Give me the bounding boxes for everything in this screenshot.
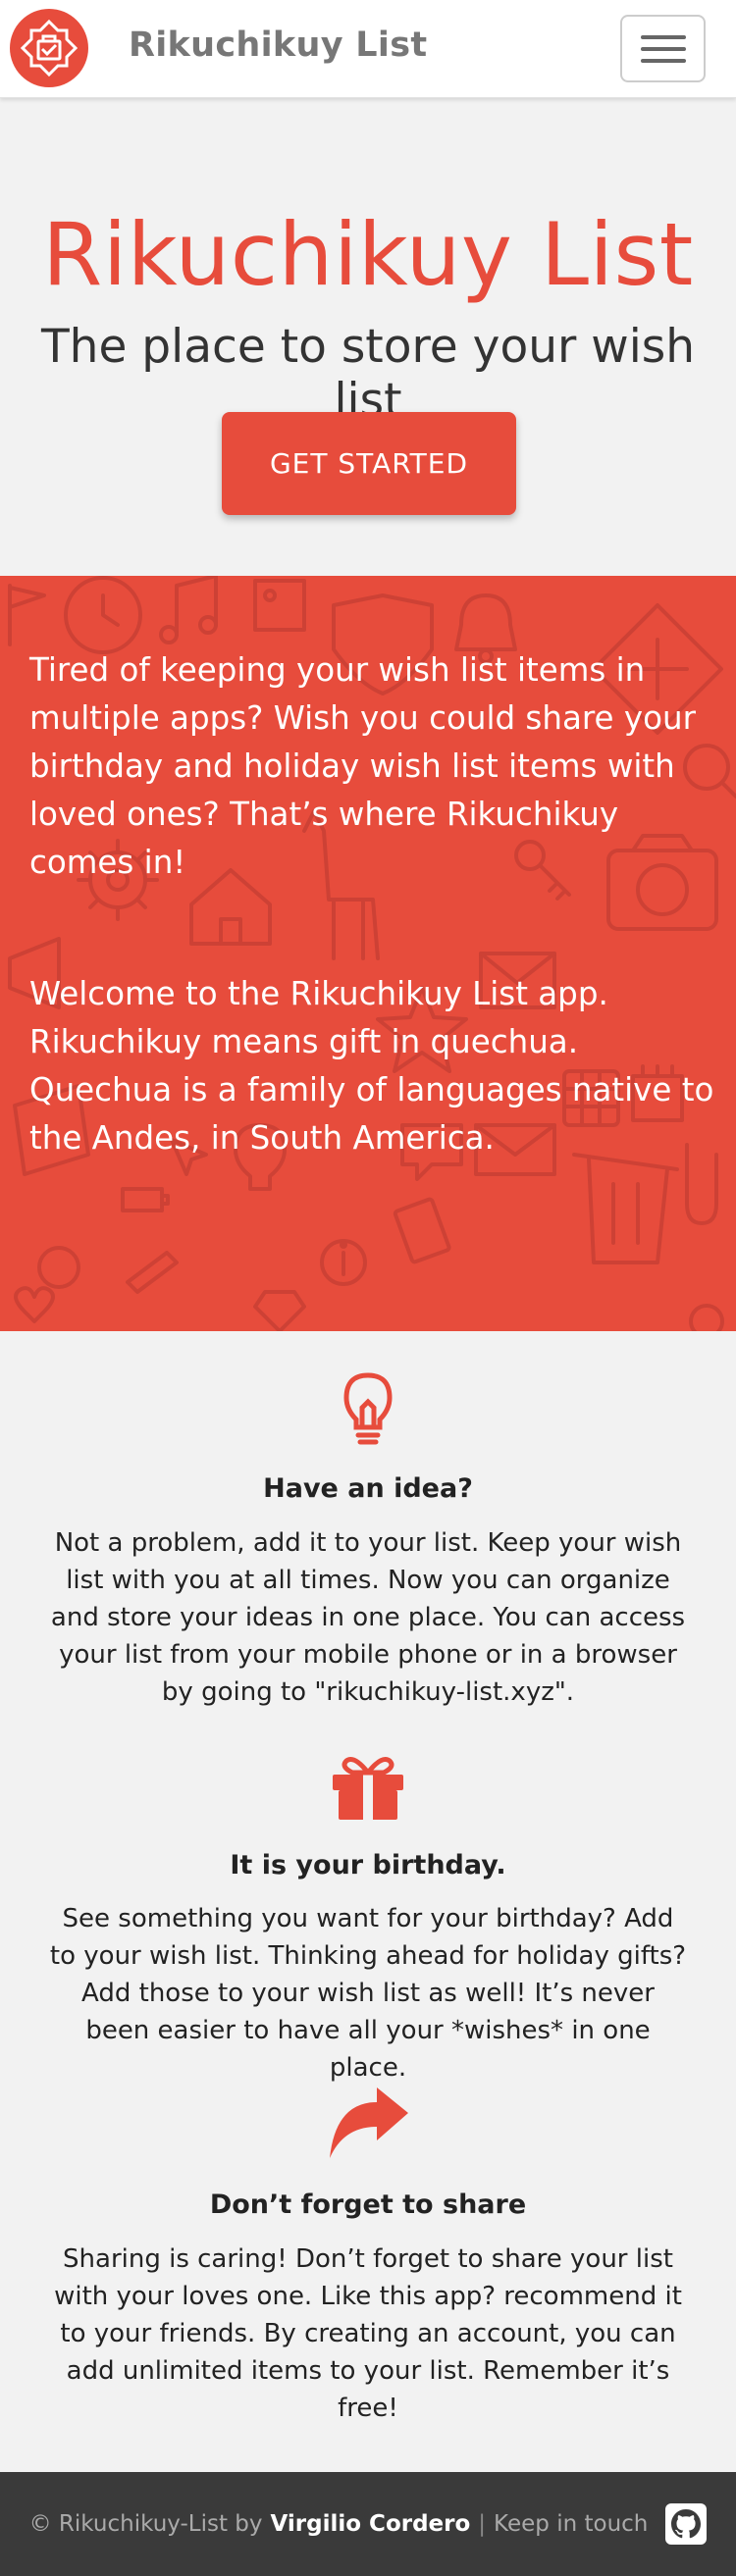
lightbulb-icon <box>0 1370 736 1449</box>
hamburger-menu-icon[interactable] <box>620 15 706 82</box>
welcome-paragraph: Welcome to the Rikuchikuy List app. Riku… <box>29 975 714 1157</box>
feature-title-share: Don’t forget to share <box>209 2190 527 2220</box>
gift-icon <box>0 1753 736 1822</box>
footer-author-link[interactable]: Virgilio Cordero <box>271 2511 471 2537</box>
feature-title-idea: Have an idea? <box>263 1473 473 1504</box>
feature-text-birthday: See something you want for your birthday… <box>49 1904 687 2083</box>
hero-title: Rikuchikuy List <box>42 204 694 305</box>
gift-logo-icon[interactable] <box>10 9 88 87</box>
github-icon[interactable] <box>665 2503 708 2545</box>
get-started-button[interactable]: GET STARTED <box>222 412 516 515</box>
footer-copyright: © Rikuchikuy-List by <box>28 2511 263 2537</box>
footer: © Rikuchikuy-List by Virgilio Cordero | … <box>0 2472 736 2576</box>
footer-keep-in-touch: Keep in touch <box>494 2511 649 2537</box>
share-arrow-icon <box>0 2086 736 2164</box>
intro-paragraph: Tired of keeping your wish list items in… <box>29 651 696 881</box>
intro-band: Tired of keeping your wish list items in… <box>0 576 736 1331</box>
navbar: Rikuchikuy List <box>0 0 736 98</box>
footer-separator: | <box>478 2511 487 2537</box>
feature-text-share: Sharing is caring! Don’t forget to share… <box>54 2244 682 2423</box>
feature-text-idea: Not a problem, add it to your list. Keep… <box>50 1528 686 1707</box>
feature-title-birthday: It is your birthday. <box>230 1850 506 1880</box>
brand-name[interactable]: Rikuchikuy List <box>129 26 427 65</box>
